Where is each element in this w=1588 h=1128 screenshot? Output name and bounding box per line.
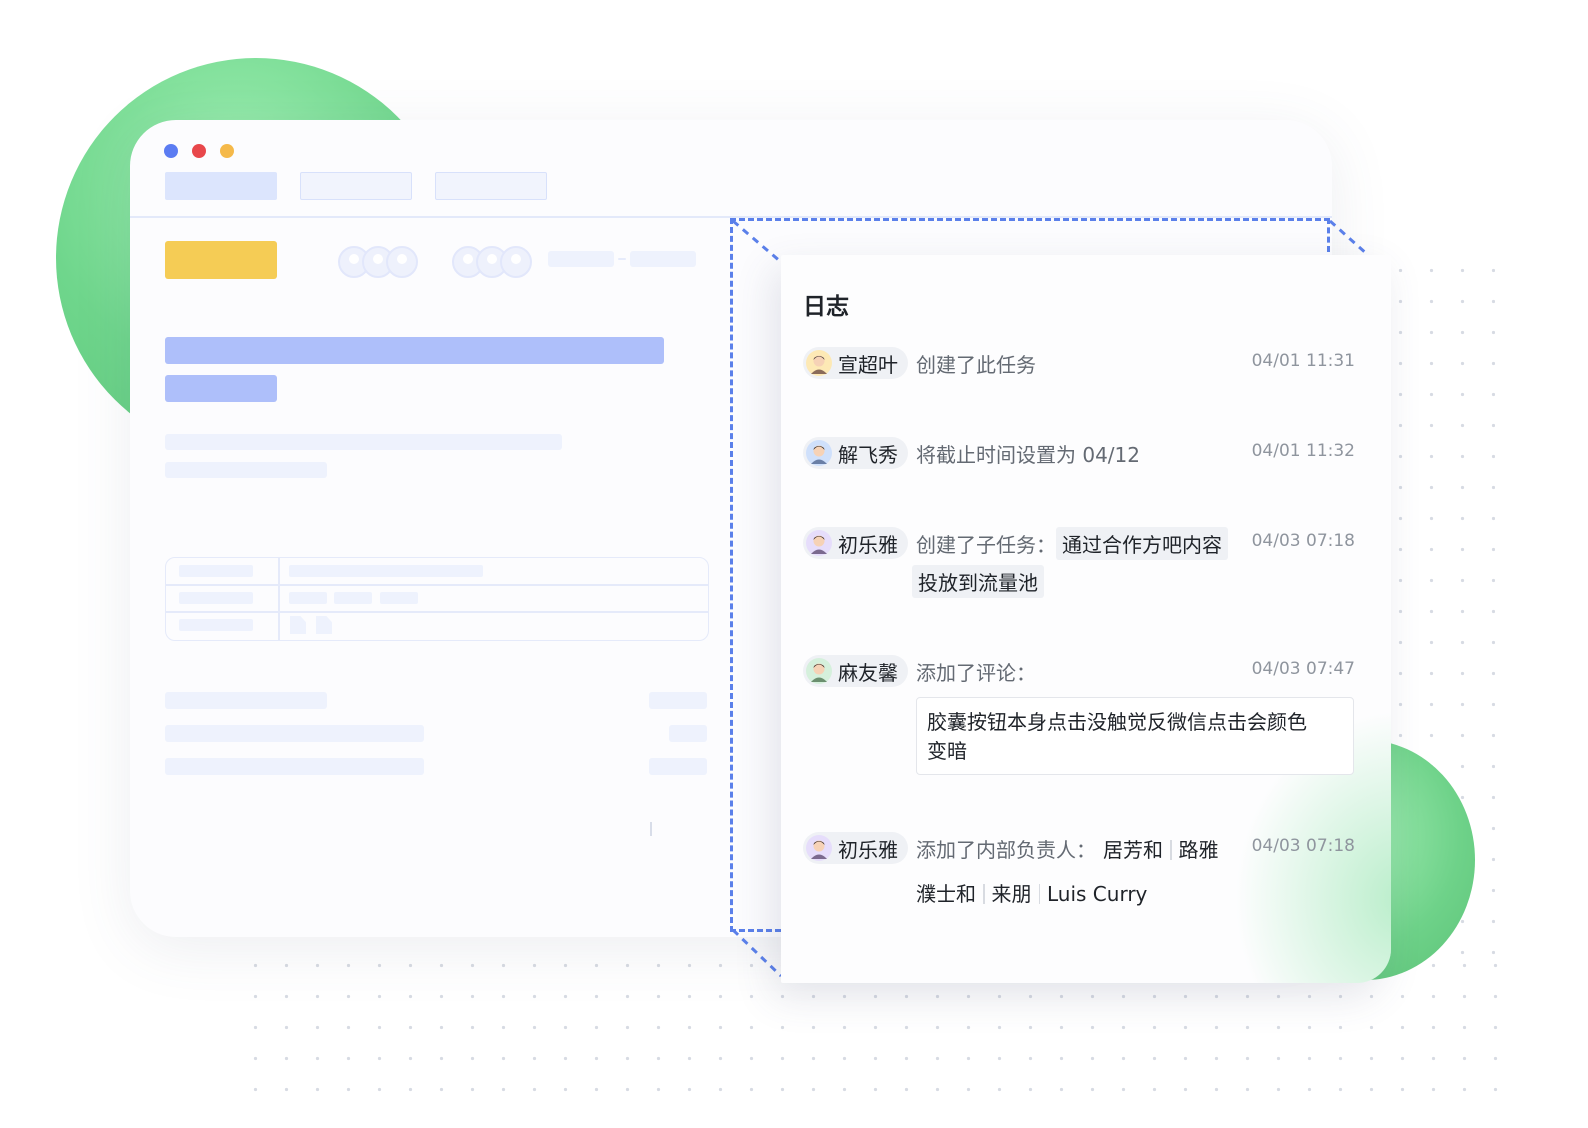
task-title-placeholder <box>165 337 664 364</box>
table-cell-placeholder <box>380 592 418 604</box>
log-timestamp: 04/01 11:32 <box>1251 441 1355 461</box>
field-value-placeholder <box>669 725 707 742</box>
table-cell-placeholder <box>179 619 253 631</box>
table-cell-placeholder <box>289 592 327 604</box>
table-cell-placeholder <box>334 592 372 604</box>
assignee-name[interactable]: 来朋 <box>992 882 1032 906</box>
window-minimize-dot[interactable] <box>192 144 206 158</box>
user-chip[interactable]: 初乐雅 <box>803 832 908 864</box>
date-range-dash <box>618 258 626 260</box>
field-label-placeholder <box>165 692 327 709</box>
window-close-dot[interactable] <box>164 144 178 158</box>
user-avatar-icon <box>806 350 832 376</box>
table-column-divider <box>278 558 280 640</box>
window-zoom-dot[interactable] <box>220 144 234 158</box>
log-timestamp: 04/03 07:18 <box>1251 531 1355 551</box>
assignee-name[interactable]: Luis Curry <box>1047 882 1147 906</box>
avatar-group[interactable] <box>452 246 532 278</box>
log-action-text: 创建了子任务： <box>916 533 1056 557</box>
user-name: 初乐雅 <box>838 532 898 557</box>
log-timestamp: 04/01 11:31 <box>1251 351 1355 371</box>
date-placeholder[interactable] <box>548 251 614 267</box>
assignee-name[interactable]: 濮士和 <box>916 882 976 906</box>
log-action-text: 将截止时间设置为 04/12 <box>916 443 1140 467</box>
log-action-text: 创建了此任务 <box>916 353 1036 377</box>
comment-text: 变暗 <box>927 739 967 763</box>
user-avatar-icon <box>806 658 832 684</box>
tab-placeholder-active[interactable] <box>165 172 277 200</box>
log-action-text: 添加了评论： <box>916 661 1036 685</box>
assignee-name[interactable]: 路雅 <box>1179 838 1219 862</box>
tab-placeholder[interactable] <box>300 172 412 200</box>
user-name: 麻友馨 <box>838 660 898 685</box>
table-cell-placeholder <box>179 565 253 577</box>
table-row-divider <box>166 611 708 613</box>
selection-frame-edge <box>1327 218 1330 252</box>
field-value-placeholder <box>649 692 707 709</box>
date-placeholder[interactable] <box>630 251 696 267</box>
avatar <box>386 246 418 278</box>
user-name: 解飞秀 <box>838 442 898 467</box>
user-avatar-icon <box>806 530 832 556</box>
log-panel-title: 日志 <box>803 294 849 320</box>
subtask-link[interactable]: 投放到流量池 <box>912 565 1044 598</box>
subtask-link[interactable]: 通过合作方吧内容 <box>1056 527 1228 560</box>
table-cell-placeholder <box>179 592 253 604</box>
status-button-placeholder[interactable] <box>165 241 277 279</box>
task-title-placeholder <box>165 375 277 402</box>
log-timestamp: 04/03 07:47 <box>1251 659 1355 679</box>
avatar-group[interactable] <box>338 246 418 278</box>
activity-log-panel: 日志 宣超叶 创建了此任务 04/01 11:31 解飞秀 将截止时间设置为 0… <box>781 255 1391 983</box>
comment-text: 胶囊按钮本身点击没触觉反微信点击会颜色 <box>927 710 1307 734</box>
user-name: 初乐雅 <box>838 837 898 862</box>
description-placeholder <box>165 434 562 450</box>
comment-box: 胶囊按钮本身点击没触觉反微信点击会颜色 变暗 <box>916 697 1354 775</box>
table-row-divider <box>166 584 708 586</box>
assignee-name[interactable]: 居芳和 <box>1103 838 1163 862</box>
user-chip[interactable]: 宣超叶 <box>803 347 908 379</box>
user-chip[interactable]: 麻友馨 <box>803 655 908 687</box>
hero-illustration: 日志 宣超叶 创建了此任务 04/01 11:31 解飞秀 将截止时间设置为 0… <box>0 0 1588 1128</box>
table-placeholder <box>165 557 709 641</box>
user-avatar-icon <box>806 835 832 861</box>
text-caret <box>650 822 652 836</box>
table-cell-placeholder <box>289 565 483 577</box>
file-icon <box>316 616 332 634</box>
file-icon <box>290 616 306 634</box>
user-avatar-icon <box>806 440 832 466</box>
user-chip[interactable]: 解飞秀 <box>803 437 908 469</box>
description-placeholder <box>165 462 327 478</box>
separator <box>1170 840 1172 860</box>
avatar <box>500 246 532 278</box>
separator <box>983 884 985 904</box>
log-action-text: 添加了内部负责人： <box>916 838 1096 862</box>
log-timestamp: 04/03 07:18 <box>1251 836 1355 856</box>
field-value-placeholder <box>649 758 707 775</box>
field-label-placeholder <box>165 758 424 775</box>
tab-placeholder[interactable] <box>435 172 547 200</box>
user-chip[interactable]: 初乐雅 <box>803 527 908 559</box>
field-label-placeholder <box>165 725 424 742</box>
user-name: 宣超叶 <box>838 352 898 377</box>
separator <box>1038 884 1040 904</box>
